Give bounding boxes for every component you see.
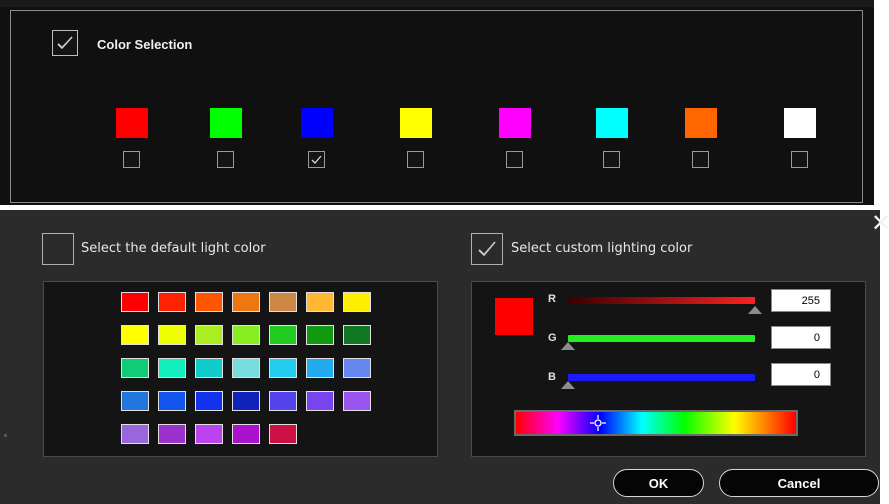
color-swatch[interactable] xyxy=(596,108,628,138)
b-label: B xyxy=(548,371,556,383)
palette-color[interactable] xyxy=(343,358,371,378)
color-swatch[interactable] xyxy=(116,108,148,138)
palette-color[interactable] xyxy=(232,325,260,345)
g-label: G xyxy=(548,332,557,344)
palette-color[interactable] xyxy=(158,325,186,345)
swatch-checkbox[interactable] xyxy=(603,151,620,168)
palette-color[interactable] xyxy=(121,358,149,378)
palette-color[interactable] xyxy=(158,424,186,444)
divider-mark xyxy=(4,434,7,437)
color-swatch[interactable] xyxy=(499,108,531,138)
palette-color[interactable] xyxy=(343,325,371,345)
palette-color[interactable] xyxy=(232,424,260,444)
swatch-checkbox[interactable] xyxy=(407,151,424,168)
palette-color[interactable] xyxy=(232,292,260,312)
palette-color[interactable] xyxy=(306,292,334,312)
b-slider-track[interactable] xyxy=(568,374,755,381)
palette-color[interactable] xyxy=(232,391,260,411)
color-preview xyxy=(495,298,533,335)
palette-color[interactable] xyxy=(232,358,260,378)
palette-color[interactable] xyxy=(195,358,223,378)
palette-color[interactable] xyxy=(121,292,149,312)
g-slider-track[interactable] xyxy=(568,335,755,342)
b-slider-thumb[interactable] xyxy=(561,381,575,389)
g-slider-thumb[interactable] xyxy=(561,342,575,350)
palette-color[interactable] xyxy=(269,325,297,345)
r-value-input[interactable]: 255 xyxy=(771,289,831,312)
palette-color[interactable] xyxy=(269,292,297,312)
palette-color[interactable] xyxy=(195,391,223,411)
g-value-input[interactable]: 0 xyxy=(771,326,831,349)
color-swatch[interactable] xyxy=(210,108,242,138)
color-swatch[interactable] xyxy=(400,108,432,138)
palette-color[interactable] xyxy=(158,358,186,378)
checkmark-icon xyxy=(311,155,322,164)
palette-color[interactable] xyxy=(343,391,371,411)
palette-color[interactable] xyxy=(195,424,223,444)
swatch-checkbox[interactable] xyxy=(506,151,523,168)
palette-color[interactable] xyxy=(306,358,334,378)
palette-color[interactable] xyxy=(158,292,186,312)
checkmark-icon xyxy=(478,241,496,257)
checkmark-icon xyxy=(57,36,73,50)
palette-color[interactable] xyxy=(121,424,149,444)
palette-color[interactable] xyxy=(195,325,223,345)
cancel-button[interactable]: Cancel xyxy=(719,469,879,497)
palette-color[interactable] xyxy=(158,391,186,411)
b-value-input[interactable]: 0 xyxy=(771,363,831,386)
palette-color[interactable] xyxy=(306,391,334,411)
color-selection-title: Color Selection xyxy=(97,37,193,52)
palette-color[interactable] xyxy=(121,325,149,345)
close-icon[interactable]: ✕ xyxy=(871,211,889,235)
swatch-checkbox[interactable] xyxy=(123,151,140,168)
custom-color-checkbox[interactable] xyxy=(471,233,503,265)
hue-spectrum-bar[interactable] xyxy=(514,410,798,436)
r-slider-thumb[interactable] xyxy=(748,306,762,314)
default-color-label: Select the default light color xyxy=(81,241,266,256)
color-selection-checkbox[interactable] xyxy=(52,30,78,56)
crosshair-icon[interactable] xyxy=(590,415,606,431)
palette-color[interactable] xyxy=(343,292,371,312)
color-swatch[interactable] xyxy=(685,108,717,138)
swatch-checkbox[interactable] xyxy=(217,151,234,168)
palette-color[interactable] xyxy=(306,325,334,345)
palette-color[interactable] xyxy=(121,391,149,411)
ok-button[interactable]: OK xyxy=(613,469,704,497)
color-swatch[interactable] xyxy=(784,108,816,138)
r-label: R xyxy=(548,293,556,305)
default-color-checkbox[interactable] xyxy=(42,233,74,265)
custom-color-label: Select custom lighting color xyxy=(511,241,693,256)
color-swatch[interactable] xyxy=(301,108,333,138)
swatch-checkbox[interactable] xyxy=(308,151,325,168)
palette-color[interactable] xyxy=(269,424,297,444)
swatch-checkbox[interactable] xyxy=(692,151,709,168)
swatch-checkbox[interactable] xyxy=(791,151,808,168)
palette-color[interactable] xyxy=(195,292,223,312)
palette-color[interactable] xyxy=(269,358,297,378)
r-slider-track[interactable] xyxy=(568,297,755,304)
palette-color[interactable] xyxy=(269,391,297,411)
